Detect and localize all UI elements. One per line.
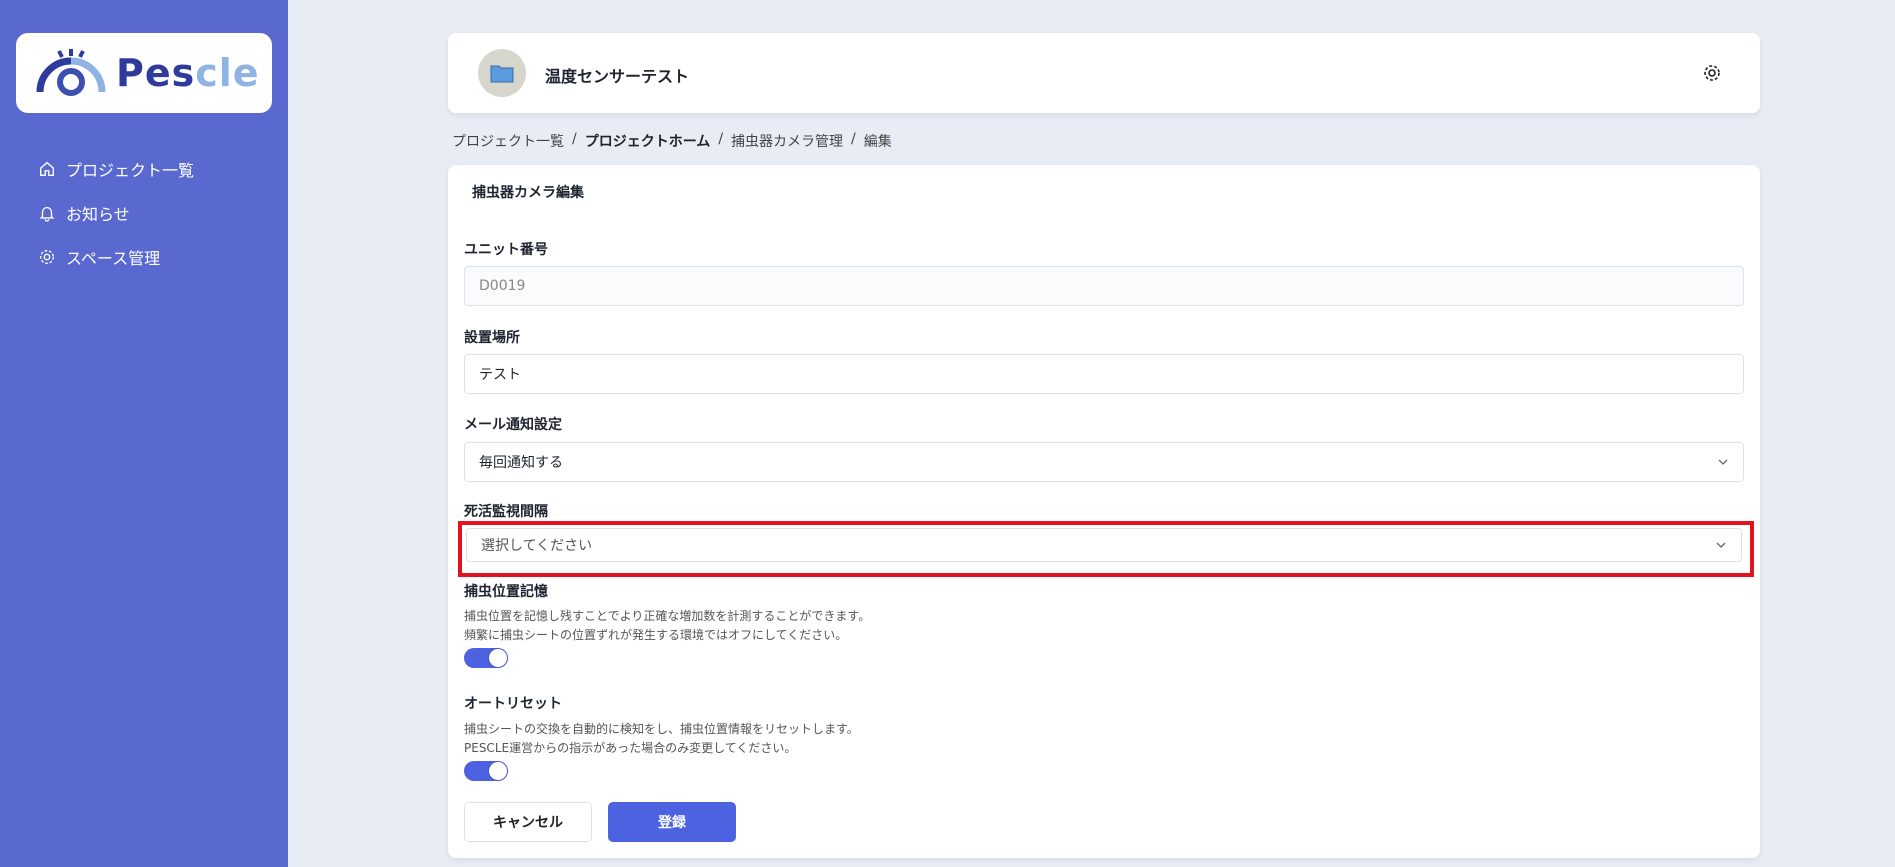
cancel-button[interactable]: キャンセル	[464, 802, 592, 842]
auto-reset-toggle[interactable]	[464, 761, 508, 781]
unit-number-label: ユニット番号	[464, 242, 548, 258]
location-label: 設置場所	[464, 330, 520, 346]
capture-memory-toggle[interactable]	[464, 648, 508, 668]
sidebar-item-label: プロジェクト一覧	[66, 161, 195, 180]
location-input[interactable]: テスト	[464, 354, 1744, 394]
gear-icon	[40, 250, 54, 264]
sidebar-item-label: お知らせ	[66, 205, 130, 224]
breadcrumb-camera-management[interactable]: 捕虫器カメラ管理	[731, 131, 843, 151]
logo-text-b: cle	[195, 51, 260, 95]
sidebar: Pescle プロジェクト一覧 お知らせ スペース管理	[0, 0, 288, 867]
bell-icon	[39, 206, 55, 222]
sidebar-item-label: スペース管理	[66, 249, 161, 268]
capture-memory-label: 捕虫位置記憶	[464, 584, 548, 600]
project-avatar	[478, 49, 526, 97]
breadcrumb-projects[interactable]: プロジェクト一覧	[452, 131, 564, 151]
desc-line: PESCLE運営からの指示があった場合のみ変更してください。	[464, 741, 797, 755]
logo-text: Pescle	[116, 51, 260, 95]
pescle-logo[interactable]: Pescle	[16, 33, 272, 113]
logo-text-a: Pes	[116, 51, 196, 95]
desc-line: 捕虫位置を記憶し残すことでより正確な増加数を計測することができます。	[464, 609, 871, 623]
sidebar-item-projects[interactable]: プロジェクト一覧	[38, 157, 194, 181]
auto-reset-label: オートリセット	[464, 696, 562, 712]
settings-gear-icon[interactable]	[1702, 63, 1722, 83]
form-title: 捕虫器カメラ編集	[472, 185, 584, 201]
breadcrumb-separator: /	[572, 131, 577, 147]
breadcrumb-separator: /	[718, 131, 724, 147]
highlight-box	[458, 521, 1754, 577]
eye-logo-icon	[36, 49, 106, 96]
chevron-down-icon	[1718, 459, 1728, 465]
desc-line: 頻繁に捕虫シートの位置ずれが発生する環境ではオフにしてください。	[464, 628, 848, 642]
unit-number-input: D0019	[464, 266, 1744, 306]
sidebar-item-space-settings[interactable]: スペース管理	[38, 245, 160, 269]
mail-notification-label: メール通知設定	[464, 417, 562, 433]
breadcrumb-separator: /	[851, 131, 856, 147]
breadcrumb-edit: 編集	[863, 134, 892, 150]
capture-memory-description: 捕虫位置を記憶し残すことでより正確な増加数を計測することができます。 頻繁に捕虫シ…	[464, 607, 870, 645]
breadcrumb-project-home[interactable]: プロジェクトホーム	[585, 131, 711, 151]
breadcrumb: プロジェクト一覧 / プロジェクトホーム / 捕虫器カメラ管理 / 編集	[452, 131, 892, 151]
alive-interval-label: 死活監視間隔	[464, 504, 548, 520]
home-icon	[40, 161, 54, 176]
desc-line: 捕虫シートの交換を自動的に検知をし、捕虫位置情報をリセットします。	[464, 722, 859, 736]
register-button[interactable]: 登録	[608, 802, 736, 842]
sidebar-item-notices[interactable]: お知らせ	[38, 201, 130, 225]
folder-icon	[490, 65, 514, 83]
mail-notification-select[interactable]: 毎回通知する	[464, 442, 1744, 482]
project-title: 温度センサーテスト	[545, 67, 690, 86]
mail-notification-value: 毎回通知する	[479, 455, 563, 471]
auto-reset-description: 捕虫シートの交換を自動的に検知をし、捕虫位置情報をリセットします。 PESCLE運…	[464, 720, 859, 758]
